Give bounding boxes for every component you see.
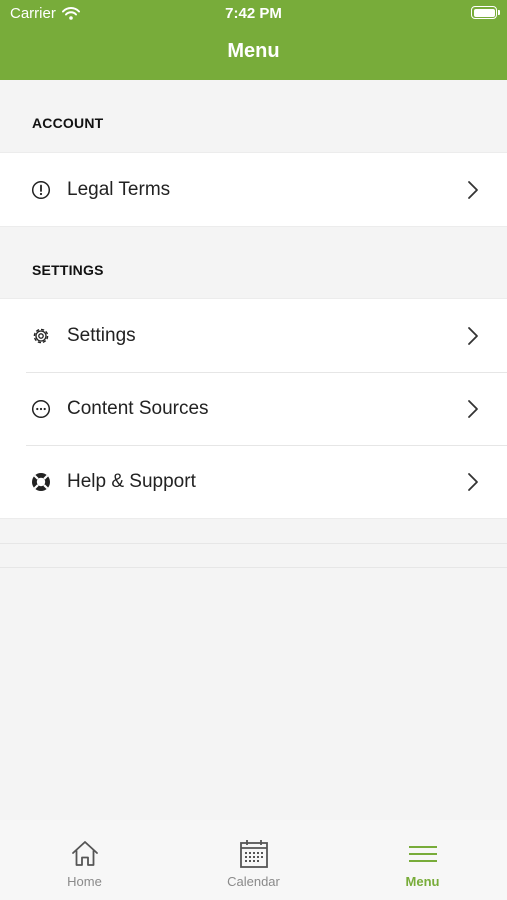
tab-bar: Home Calendar Menu bbox=[0, 820, 507, 900]
menu-item-label: Legal Terms bbox=[67, 178, 171, 200]
divider bbox=[0, 543, 507, 544]
menu-item-content-sources[interactable]: Content Sources bbox=[0, 372, 507, 445]
section-header-settings: SETTINGS bbox=[32, 262, 104, 278]
menu-item-label: Settings bbox=[67, 324, 136, 346]
chevron-right-icon bbox=[468, 326, 478, 345]
page-title: Menu bbox=[227, 40, 280, 62]
tab-label: Calendar bbox=[227, 874, 280, 889]
chevron-right-icon bbox=[468, 180, 478, 199]
account-group: Legal Terms bbox=[0, 152, 507, 227]
section-header-account: ACCOUNT bbox=[32, 115, 104, 131]
chevron-right-icon bbox=[468, 399, 478, 418]
tab-label: Home bbox=[67, 874, 102, 889]
menu-item-label: Content Sources bbox=[67, 397, 209, 419]
status-bar: Carrier 7:42 PM bbox=[0, 0, 507, 28]
menu-item-legal-terms[interactable]: Legal Terms bbox=[0, 153, 507, 226]
settings-group: Settings Content Sources Help & Support bbox=[0, 298, 507, 519]
calendar-icon bbox=[239, 840, 268, 868]
tab-home[interactable]: Home bbox=[0, 820, 169, 900]
ellipsis-circle-icon bbox=[30, 398, 52, 420]
tab-calendar[interactable]: Calendar bbox=[169, 820, 338, 900]
tab-menu[interactable]: Menu bbox=[338, 820, 507, 900]
info-circle-icon bbox=[30, 179, 52, 201]
hamburger-menu-icon bbox=[408, 846, 437, 862]
menu-item-settings[interactable]: Settings bbox=[0, 299, 507, 372]
menu-item-label: Help & Support bbox=[67, 470, 196, 492]
divider bbox=[0, 567, 507, 568]
home-icon bbox=[71, 841, 98, 866]
gear-icon bbox=[30, 325, 52, 347]
chevron-right-icon bbox=[468, 472, 478, 491]
battery-icon bbox=[471, 6, 500, 19]
lifebuoy-icon bbox=[30, 471, 52, 493]
nav-header: Carrier 7:42 PM Menu bbox=[0, 0, 507, 80]
status-time: 7:42 PM bbox=[225, 5, 282, 22]
tab-label: Menu bbox=[405, 874, 440, 889]
menu-item-help-support[interactable]: Help & Support bbox=[0, 445, 507, 518]
